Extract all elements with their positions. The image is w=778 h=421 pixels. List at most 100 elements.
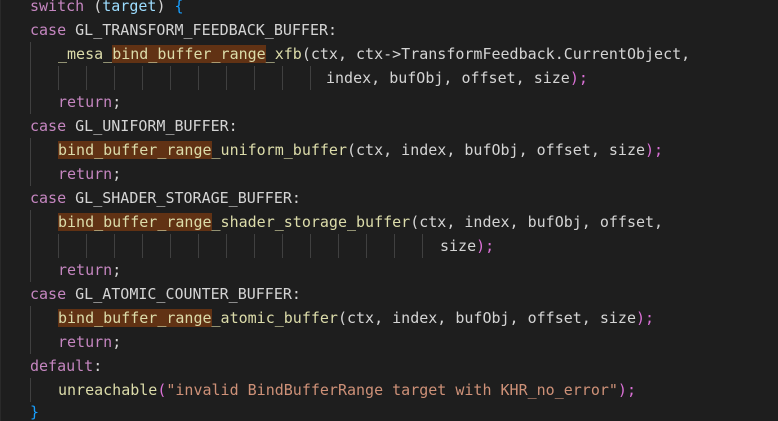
code-text: switch (target) { (30, 0, 184, 18)
search-match-highlight: bind_buffer_range (112, 45, 266, 63)
code-text: } (30, 400, 39, 421)
indent-guide (142, 234, 143, 258)
function-suffix: _atomic_buffer (211, 309, 338, 327)
indent-guide (170, 66, 171, 90)
code-text: size); (440, 234, 494, 258)
code-line-shader-args-continued[interactable]: size); (0, 234, 778, 258)
code-line-return[interactable]: return; (0, 330, 778, 354)
indent-guide (310, 66, 311, 90)
code-text: case GL_UNIFORM_BUFFER: (30, 114, 238, 138)
keyword-switch: switch (30, 0, 85, 15)
keyword-return: return (58, 261, 113, 279)
keyword-case: case (30, 117, 67, 135)
code-line-mesa-xfb-call[interactable]: _mesa_bind_buffer_range_xfb(ctx, ctx->Tr… (0, 42, 778, 66)
indent-guide (142, 66, 143, 90)
code-line-switch[interactable]: switch (target) { (0, 0, 778, 18)
code-line-return[interactable]: return; (0, 258, 778, 282)
indent-guide (394, 234, 395, 258)
keyword-default: default (30, 357, 94, 375)
function-suffix: _shader_storage_buffer (211, 213, 411, 231)
call-arguments: (ctx, ctx->TransformFeedback.CurrentObje… (301, 45, 691, 63)
keyword-return: return (58, 333, 113, 351)
indent-guide (422, 234, 423, 258)
indent-guide (30, 210, 31, 234)
brace-open: { (174, 0, 184, 15)
code-editor[interactable]: switch (target) { case GL_TRANSFORM_FEED… (0, 0, 778, 421)
indent-guide (30, 234, 31, 258)
indent-guide (30, 42, 31, 66)
code-line-case-shader-storage[interactable]: case GL_SHADER_STORAGE_BUFFER: (0, 186, 778, 210)
code-text: bind_buffer_range_atomic_buffer(ctx, ind… (58, 306, 654, 330)
code-line-xfb-args-continued[interactable]: index, bufObj, offset, size); (0, 66, 778, 90)
code-line-close-brace[interactable]: } (0, 400, 778, 421)
code-text: case GL_TRANSFORM_FEEDBACK_BUFFER: (30, 18, 337, 42)
indent-guide (58, 66, 59, 90)
brace-close: } (30, 403, 40, 421)
indent-guide (226, 66, 227, 90)
indent-guide (86, 234, 87, 258)
search-match-highlight: bind_buffer_range (58, 213, 212, 231)
string-literal: "invalid BindBufferRange target with KHR… (166, 381, 618, 399)
code-line-return[interactable]: return; (0, 162, 778, 186)
punctuation: ( (84, 0, 103, 15)
code-text: bind_buffer_range_uniform_buffer(ctx, in… (58, 138, 663, 162)
paren-close: ); (569, 69, 588, 87)
search-match-highlight: bind_buffer_range (58, 141, 212, 159)
code-text: index, bufObj, offset, size); (326, 66, 588, 90)
colon: : (93, 357, 103, 375)
code-text: bind_buffer_range_shader_storage_buffer(… (58, 210, 663, 234)
code-line-unreachable[interactable]: unreachable("invalid BindBufferRange tar… (0, 378, 778, 402)
indent-guide (30, 330, 31, 354)
code-text: return; (58, 330, 121, 354)
identifier-target: target (102, 0, 157, 15)
code-text: case GL_ATOMIC_COUNTER_BUFFER: (30, 282, 301, 306)
indent-guide (282, 66, 283, 90)
indent-guide (30, 258, 31, 282)
indent-guide (170, 234, 171, 258)
semicolon: ; (112, 261, 122, 279)
call-arguments: (ctx, index, bufObj, offset, size (337, 309, 636, 327)
indent-guide (226, 234, 227, 258)
semicolon: ; (112, 333, 122, 351)
call-arguments: size (440, 237, 477, 255)
code-line-return[interactable]: return; (0, 90, 778, 114)
paren-close: ); (617, 381, 636, 399)
code-line-case-atomic-counter[interactable]: case GL_ATOMIC_COUNTER_BUFFER: (0, 282, 778, 306)
keyword-case: case (30, 21, 67, 39)
indent-guide (254, 66, 255, 90)
punctuation: ) (156, 0, 175, 15)
code-text: _mesa_bind_buffer_range_xfb(ctx, ctx->Tr… (58, 42, 690, 66)
paren-close: ); (645, 141, 664, 159)
indent-guide (30, 90, 31, 114)
paren-close: ); (635, 309, 655, 327)
indent-guide (30, 162, 31, 186)
indent-guide (30, 306, 31, 330)
indent-guide (86, 66, 87, 90)
code-line-default[interactable]: default: (0, 354, 778, 378)
indent-guide (254, 234, 255, 258)
code-line-shader-storage-call[interactable]: bind_buffer_range_shader_storage_buffer(… (0, 210, 778, 234)
keyword-return: return (58, 165, 113, 183)
code-line-atomic-call[interactable]: bind_buffer_range_atomic_buffer(ctx, ind… (0, 306, 778, 330)
case-label: GL_SHADER_STORAGE_BUFFER: (66, 189, 301, 207)
function-prefix: _mesa_ (58, 45, 113, 63)
indent-guide (198, 66, 199, 90)
code-line-uniform-call[interactable]: bind_buffer_range_uniform_buffer(ctx, in… (0, 138, 778, 162)
call-arguments: (ctx, index, bufObj, offset, size (347, 141, 646, 159)
call-arguments: (ctx, index, bufObj, offset, (410, 213, 664, 231)
indent-guide (310, 234, 311, 258)
code-text: return; (58, 162, 121, 186)
indent-guide (30, 66, 31, 90)
indent-guide (30, 378, 31, 402)
indent-guide (114, 66, 115, 90)
function-name: unreachable (58, 381, 158, 399)
call-arguments: index, bufObj, offset, size (326, 69, 570, 87)
code-line-case-uniform[interactable]: case GL_UNIFORM_BUFFER: (0, 114, 778, 138)
case-label: GL_TRANSFORM_FEEDBACK_BUFFER: (66, 21, 338, 39)
keyword-case: case (30, 189, 67, 207)
code-line-case-transform-feedback[interactable]: case GL_TRANSFORM_FEEDBACK_BUFFER: (0, 18, 778, 42)
code-text: return; (58, 258, 121, 282)
indent-guide (198, 234, 199, 258)
code-text: unreachable("invalid BindBufferRange tar… (58, 378, 636, 402)
indent-guide (338, 234, 339, 258)
